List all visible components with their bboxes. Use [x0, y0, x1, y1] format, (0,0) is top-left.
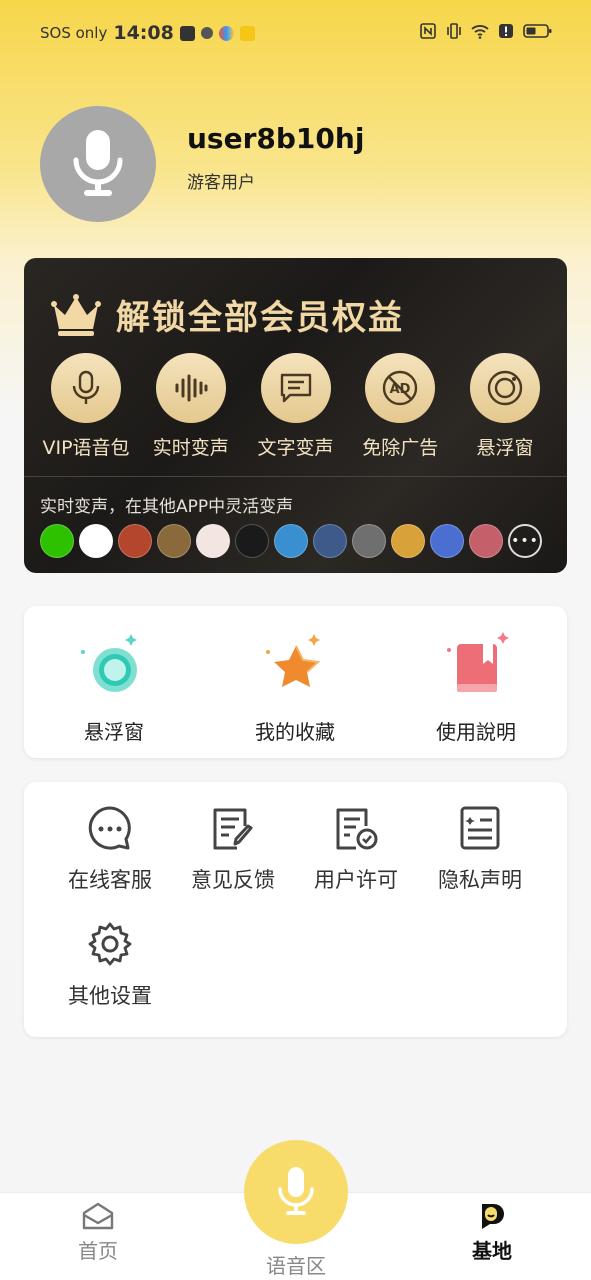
anime-1-app-icon [196, 524, 230, 558]
vip-benefit-float-window[interactable]: 悬浮窗 [453, 353, 557, 460]
quick-label: 使用說明 [436, 720, 516, 744]
vip-title-row: 解锁全部会员权益 [50, 290, 404, 339]
vip-membership-card[interactable]: 解锁全部会员权益 VIP语音包 实时变声 文字变声 AD 免除广告 [24, 258, 567, 573]
soul-app-icon [235, 524, 269, 558]
game-3-app-icon [274, 524, 308, 558]
user-type-label: 游客用户 [187, 173, 255, 193]
status-right [419, 22, 553, 40]
game-6-app-icon [391, 524, 425, 558]
vip-benefit-text-voice[interactable]: 文字变声 [244, 353, 348, 460]
license-icon [336, 808, 378, 850]
app-notify-icon [239, 25, 255, 41]
benefit-circle [260, 353, 331, 423]
benefit-label: 免除广告 [362, 437, 439, 459]
benefit-circle [470, 353, 540, 423]
more-apps-icon[interactable]: ••• [508, 524, 542, 558]
benefit-circle: AD [365, 353, 436, 423]
mail-icon [179, 25, 195, 41]
battery-icon [523, 24, 552, 38]
nav-base-label: 基地 [472, 1239, 512, 1263]
quick-favorites[interactable]: 我的收藏 [205, 624, 385, 745]
nav-base[interactable]: 基地 [432, 1201, 552, 1264]
quick-actions-card: 悬浮窗 我的收藏 使用說明 [24, 606, 567, 758]
nav-home-label: 首页 [78, 1239, 118, 1263]
clock-time: 14:08 [113, 22, 174, 44]
vip-benefit-no-ads[interactable]: AD 免除广告 [348, 353, 452, 460]
home-icon [82, 1202, 114, 1230]
username: user8b10hj [187, 122, 365, 155]
game-4-app-icon [313, 524, 347, 558]
misc-label: 在线客服 [68, 868, 152, 892]
qq-app-icon [79, 524, 113, 558]
vibrate-icon [447, 23, 461, 39]
carrier-text: SOS only [40, 24, 108, 42]
game-7-app-icon [430, 524, 464, 558]
misc-label: 用户许可 [314, 868, 398, 892]
misc-label: 隐私声明 [438, 868, 522, 892]
user-license[interactable]: 用户许可 [294, 804, 418, 894]
vip-benefit-voice-pack[interactable]: VIP语音包 [34, 353, 138, 460]
mic-icon [72, 370, 100, 404]
vip-title: 解锁全部会员权益 [116, 298, 404, 338]
quick-label: 悬浮窗 [84, 720, 144, 744]
benefit-circle [155, 353, 226, 423]
manual-book-icon [431, 624, 521, 706]
mic-icon [278, 1167, 314, 1215]
game-1-app-icon [118, 524, 152, 558]
text-bubble-icon [280, 373, 311, 403]
privacy-icon [460, 806, 500, 850]
anime-2-app-icon [469, 524, 503, 558]
supported-apps-row: ••• [40, 524, 542, 558]
app-notify-icon [218, 25, 234, 41]
avatar[interactable] [40, 106, 156, 222]
soundwave-icon [175, 374, 208, 402]
misc-label: 意见反馈 [191, 868, 275, 892]
feedback[interactable]: 意见反馈 [171, 804, 295, 894]
nfc-icon [420, 23, 436, 39]
gear-icon [88, 922, 132, 966]
mic-icon [73, 130, 123, 196]
nav-home[interactable]: 首页 [38, 1201, 158, 1264]
wechat-app-icon [40, 524, 74, 558]
chat-icon [88, 806, 131, 850]
privacy-statement[interactable]: 隐私声明 [418, 804, 542, 894]
profile-header: user8b10hj 游客用户 [40, 106, 560, 224]
status-left: SOS only 14:08 [40, 22, 255, 44]
benefit-label: 文字变声 [257, 437, 334, 459]
star-icon [250, 624, 340, 706]
quick-manual[interactable]: 使用說明 [386, 624, 566, 745]
shield-icon [200, 27, 213, 39]
quick-label: 我的收藏 [255, 720, 335, 744]
benefit-label: 悬浮窗 [476, 437, 534, 459]
alert-icon [499, 24, 513, 38]
benefit-label: VIP语音包 [42, 437, 130, 459]
divider [24, 476, 567, 477]
wifi-icon [471, 25, 489, 39]
services-card: 在线客服 意见反馈 用户许可 隐私声明 其他设置 [24, 782, 567, 1037]
benefit-circle [51, 353, 121, 423]
vip-promo-text: 实时变声，在其他APP中灵活变声 [40, 497, 294, 517]
benefit-label: 实时变声 [152, 437, 229, 459]
other-settings[interactable]: 其他设置 [48, 920, 172, 1010]
nav-voice-label: 语音区 [266, 1254, 326, 1278]
float-window-icon [487, 370, 523, 406]
base-icon [482, 1204, 504, 1229]
status-bar: SOS only 14:08 [0, 0, 591, 66]
crown-icon [51, 293, 101, 336]
game-2-app-icon [157, 524, 191, 558]
misc-label: 其他设置 [68, 984, 152, 1008]
feedback-icon [213, 808, 253, 850]
float-ball-icon [69, 624, 159, 706]
vip-benefits: VIP语音包 实时变声 文字变声 AD 免除广告 悬浮窗 [34, 353, 557, 460]
quick-float-window[interactable]: 悬浮窗 [24, 624, 204, 745]
no-ad-icon: AD [383, 370, 418, 406]
voice-zone-button[interactable] [244, 1140, 348, 1244]
online-support[interactable]: 在线客服 [48, 804, 172, 894]
game-5-app-icon [352, 524, 386, 558]
vip-benefit-realtime[interactable]: 实时变声 [139, 353, 243, 460]
